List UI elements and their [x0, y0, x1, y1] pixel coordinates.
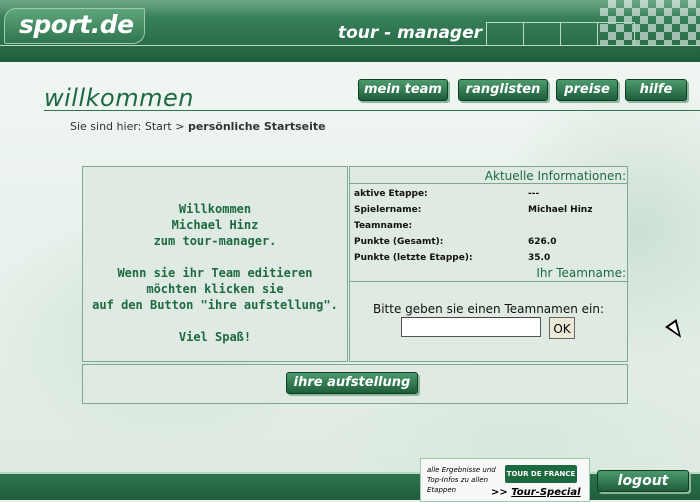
tour-manager-brand: tour - manager [337, 23, 483, 43]
info-heading: Aktuelle Informationen: [484, 169, 626, 183]
header-box [523, 22, 561, 46]
nav-mein-team-button[interactable]: mein team [358, 79, 448, 101]
info-label: aktive Etappe: [354, 189, 428, 199]
site-logo[interactable]: sport.de [4, 8, 145, 44]
breadcrumb-current: persönliche Startseite [187, 120, 326, 133]
page-title: willkommen [44, 84, 194, 112]
header-box [560, 22, 598, 46]
info-label: Punkte (Gesamt): [354, 237, 444, 247]
teamname-prompt: Bitte geben sie einen Teamnamen ein: [372, 302, 605, 316]
info-value: 626.0 [528, 237, 557, 247]
header-box [486, 22, 524, 46]
header-bar: sport.de tour - manager [0, 0, 700, 62]
tour-special-promo[interactable]: alle Ergebnisse und Top-Infos zu allen E… [420, 458, 590, 502]
breadcrumb: Sie sind hier: Start > persönliche Start… [70, 120, 326, 133]
breadcrumb-prefix[interactable]: Sie sind hier: Start > [70, 120, 184, 133]
footer-bar [0, 472, 700, 500]
welcome-line [83, 313, 347, 329]
info-label: Punkte (letzte Etappe): [354, 253, 473, 263]
info-label: Spielername: [354, 205, 422, 215]
welcome-text: Willkommen Michael Hinz zum tour-manager… [83, 201, 347, 345]
welcome-line: zum tour-manager. [153, 234, 277, 248]
tour-de-france-logo: TOUR DE FRANCE 2003 [505, 465, 577, 496]
teamname-heading: Ihr Teamname: [536, 266, 626, 280]
title-divider [44, 110, 700, 111]
info-panel: Aktuelle Informationen: aktive Etappe: -… [349, 166, 628, 362]
logout-button[interactable]: logout [597, 470, 689, 492]
welcome-line: möchten klicken sie [146, 282, 284, 296]
welcome-line [83, 249, 347, 265]
welcome-line: Wenn sie ihr Team editieren [117, 266, 313, 280]
info-value: --- [528, 189, 540, 199]
nav-ranglisten-button[interactable]: ranglisten [458, 79, 548, 101]
welcome-line: Michael Hinz [171, 218, 259, 232]
info-label: Teamname: [354, 221, 413, 231]
welcome-line: Willkommen [178, 202, 252, 216]
teamname-input[interactable] [401, 317, 541, 337]
promo-text: alle Ergebnisse und Top-Infos zu allen E… [427, 466, 496, 494]
welcome-line: Viel Spaß! [178, 330, 252, 344]
welcome-line: auf den Button "ihre aufstellung". [92, 298, 338, 312]
info-value: 35.0 [528, 253, 551, 263]
nav-hilfe-button[interactable]: hilfe [625, 79, 687, 101]
nav-preise-button[interactable]: preise [556, 79, 618, 101]
info-value: Michael Hinz [528, 205, 593, 215]
tour-special-link[interactable]: >> Tour-Special [491, 487, 581, 498]
welcome-panel: Willkommen Michael Hinz zum tour-manager… [82, 166, 348, 362]
header-box [597, 22, 635, 46]
ok-button[interactable]: OK [549, 317, 575, 339]
ihre-aufstellung-button[interactable]: ihre aufstellung [286, 372, 418, 394]
